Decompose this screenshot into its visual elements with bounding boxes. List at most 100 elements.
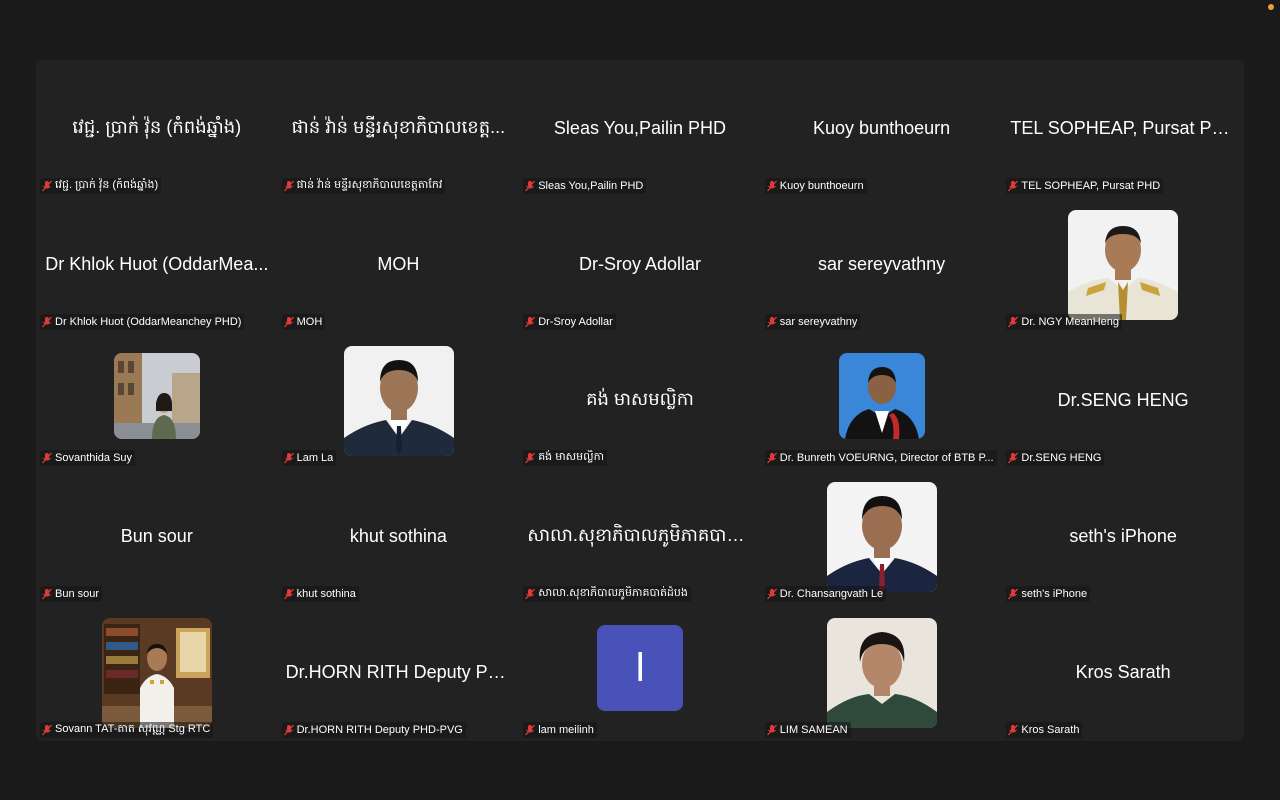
participant-name-label: seth's iPhone <box>1006 586 1091 602</box>
mic-muted-icon <box>283 588 294 600</box>
mic-muted-icon <box>525 316 536 328</box>
participant-display-name: Dr.SENG HENG <box>1057 389 1189 410</box>
participant-tile[interactable]: Dr. Chansangvath Le <box>761 468 1003 604</box>
participant-name-label: Dr.SENG HENG <box>1006 450 1105 466</box>
participant-display-name: Kuoy bunthoeurn <box>813 117 951 138</box>
participant-tile[interactable]: សាលា.សុខាភិបាលភូមិភាគបាត់... សាលា.សុខាភិ… <box>519 468 761 604</box>
participant-photo <box>826 618 937 728</box>
participant-name-label: វេជ្ជ. ប្រាក់ វ៉ុន (កំពង់ឆ្នាំង) <box>40 178 162 194</box>
participant-display-name: គង់ មាសមល្លិកា <box>586 388 694 409</box>
participant-name-label: Sleas You,Pailin PHD <box>523 178 647 194</box>
participant-tile[interactable]: Bun sour Bun sour <box>36 468 278 604</box>
mic-muted-icon <box>42 724 52 736</box>
mic-muted-icon <box>525 180 536 192</box>
participant-tile[interactable]: Dr.HORN RITH Deputy PH... Dr.HORN RITH D… <box>278 604 520 740</box>
participant-name-label: Dr-Sroy Adollar <box>523 314 616 330</box>
participant-tile[interactable]: ផាន់ វ៉ាន់ មន្ទីរសុខាភិបាលខេត្ត... ផាន់ … <box>278 60 520 196</box>
mic-muted-icon <box>42 452 52 464</box>
participant-display-name: MOH <box>377 253 420 274</box>
mic-muted-icon <box>283 452 294 464</box>
participant-name-label: khut sothina <box>281 586 359 602</box>
participant-display-name: Sleas You,Pailin PHD <box>553 117 727 138</box>
participant-photo <box>114 353 200 439</box>
participant-tile[interactable]: sar sereyvathny sar sereyvathny <box>761 196 1003 332</box>
mic-muted-icon <box>766 588 777 600</box>
participant-name-label: គង់ មាសមល្លិកា <box>523 450 608 466</box>
participant-display-name: Bun sour <box>120 525 193 546</box>
avatar: l <box>597 625 684 711</box>
participant-name-label: Kros Sarath <box>1006 722 1083 738</box>
participant-display-name: Dr Khlok Huot (OddarMea... <box>45 253 269 274</box>
mic-muted-icon <box>283 724 294 736</box>
mic-muted-icon <box>1008 452 1019 464</box>
participant-display-name: sar sereyvathny <box>818 253 946 274</box>
mic-muted-icon <box>42 316 52 328</box>
participant-tile[interactable]: Kuoy bunthoeurn Kuoy bunthoeurn <box>761 60 1003 196</box>
participant-tile[interactable]: Dr. NGY MeanHeng <box>1002 196 1244 332</box>
participant-tile[interactable]: Dr.SENG HENG Dr.SENG HENG <box>1002 332 1244 468</box>
participant-name-label: Sovanthida Suy <box>40 450 136 466</box>
mic-muted-icon <box>42 180 52 192</box>
participant-display-name: Kros Sarath <box>1075 661 1171 682</box>
participant-tile[interactable]: វេជ្ជ. ប្រាក់ វ៉ុន (កំពង់ឆ្នាំង) វេជ្ជ. … <box>36 60 278 196</box>
participant-name-label: Bun sour <box>40 586 103 602</box>
participant-tile[interactable]: Dr. Bunreth VOEURNG, Director of BTB P..… <box>761 332 1003 468</box>
participant-display-name: TEL SOPHEAP, Pursat PHD <box>1010 117 1236 138</box>
mic-muted-icon <box>283 316 294 328</box>
mic-muted-icon <box>283 180 294 192</box>
participant-tile[interactable]: MOH MOH <box>278 196 520 332</box>
mic-muted-icon <box>1008 180 1019 192</box>
mic-muted-icon <box>42 588 52 600</box>
status-indicator-dot <box>1268 4 1274 10</box>
mic-muted-icon <box>525 452 536 464</box>
participant-photo <box>343 346 454 456</box>
participant-name-label: Lam La <box>281 450 337 466</box>
participant-tile[interactable]: TEL SOPHEAP, Pursat PHD TEL SOPHEAP, Pur… <box>1002 60 1244 196</box>
participant-name-label: ផាន់ វ៉ាន់ មន្ទីរសុខាភិបាលខេត្តតាកែវ <box>281 178 446 194</box>
participant-name-label: Dr.HORN RITH Deputy PHD-PVG <box>281 722 466 738</box>
participant-name-label: Dr Khlok Huot (OddarMeanchey PHD) <box>40 314 245 330</box>
participant-photo <box>102 618 212 728</box>
participant-name-label: lam meilinh <box>523 722 597 738</box>
participant-display-name: khut sothina <box>349 525 447 546</box>
participant-photo <box>826 482 937 592</box>
mic-muted-icon <box>766 316 777 328</box>
video-gallery: វេជ្ជ. ប្រាក់ វ៉ុន (កំពង់ឆ្នាំង) វេជ្ជ. … <box>36 60 1244 741</box>
participant-tile[interactable]: Sleas You,Pailin PHD Sleas You,Pailin PH… <box>519 60 761 196</box>
participant-name-label: TEL SOPHEAP, Pursat PHD <box>1006 178 1164 194</box>
participant-name-label: Kuoy bunthoeurn <box>764 178 867 194</box>
participant-photo <box>1068 210 1179 320</box>
participant-name-label: Dr. Bunreth VOEURNG, Director of BTB P..… <box>764 450 997 466</box>
participant-display-name: សាលា.សុខាភិបាលភូមិភាគបាត់... <box>527 524 753 545</box>
participant-display-name: seth's iPhone <box>1069 525 1177 546</box>
participant-display-name: Dr.HORN RITH Deputy PH... <box>285 661 512 682</box>
mic-muted-icon <box>525 724 536 736</box>
participant-name-label: LIM SAMEAN <box>764 722 851 738</box>
mic-muted-icon <box>1008 316 1019 328</box>
participant-name-label: MOH <box>281 314 326 330</box>
participant-display-name: ផាន់ វ៉ាន់ មន្ទីរសុខាភិបាលខេត្ត... <box>291 116 506 137</box>
participant-name-label: សាលា.សុខាភិបាលភូមិភាគបាត់ដំបង <box>523 586 691 602</box>
mic-muted-icon <box>1008 724 1019 736</box>
participant-tile[interactable]: seth's iPhone seth's iPhone <box>1002 468 1244 604</box>
mic-muted-icon <box>525 588 536 600</box>
participant-display-name: Dr-Sroy Adollar <box>578 253 701 274</box>
participant-name-label: Dr. NGY MeanHeng <box>1006 314 1122 330</box>
participant-tile[interactable]: LIM SAMEAN <box>761 604 1003 740</box>
mic-muted-icon <box>766 452 777 464</box>
participant-tile[interactable]: Sovann TAT-តាត សុវណ្ណ Stg RTC <box>36 604 278 740</box>
mic-muted-icon <box>766 180 777 192</box>
participant-tile[interactable]: Sovanthida Suy <box>36 332 278 468</box>
participant-tile[interactable]: Dr Khlok Huot (OddarMea... Dr Khlok Huot… <box>36 196 278 332</box>
participant-tile[interactable]: l lam meilinh <box>519 604 761 740</box>
participant-tile[interactable]: Kros Sarath Kros Sarath <box>1002 604 1244 740</box>
participant-tile[interactable]: Dr-Sroy Adollar Dr-Sroy Adollar <box>519 196 761 332</box>
participant-name-label: sar sereyvathny <box>764 314 861 330</box>
participant-display-name: វេជ្ជ. ប្រាក់ វ៉ុន (កំពង់ឆ្នាំង) <box>72 116 242 137</box>
participant-tile[interactable]: Lam La <box>278 332 520 468</box>
participant-tile[interactable]: គង់ មាសមល្លិកា គង់ មាសមល្លិកា <box>519 332 761 468</box>
participant-name-label: Dr. Chansangvath Le <box>764 586 887 602</box>
participant-name-label: Sovann TAT-តាត សុវណ្ណ Stg RTC <box>40 722 214 738</box>
participant-photo <box>838 353 925 439</box>
participant-tile[interactable]: khut sothina khut sothina <box>278 468 520 604</box>
